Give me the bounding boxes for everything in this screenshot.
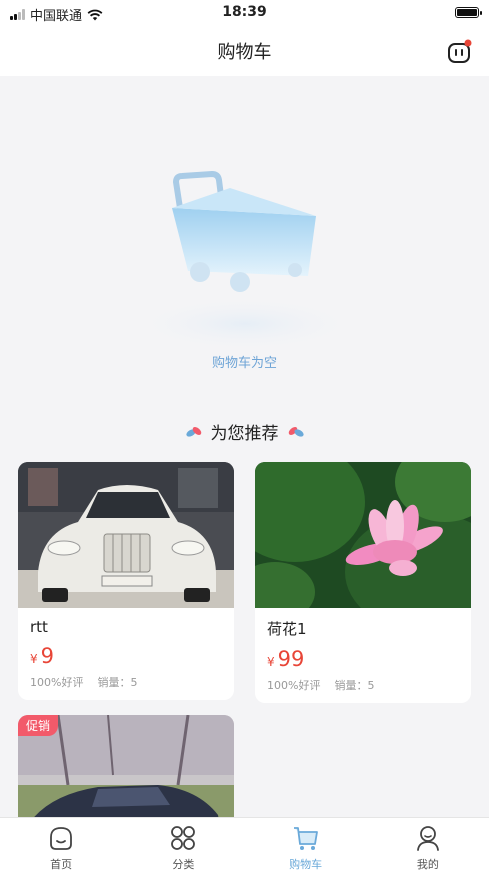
product-rating: 100%好评: [30, 676, 84, 689]
product-card[interactable]: 荷花1 ¥ 99 100%好评 销量：5: [255, 462, 471, 703]
battery-icon: [455, 7, 482, 18]
status-bar: 中国联通 18:39: [0, 0, 489, 26]
tab-label: 我的: [416, 858, 439, 871]
product-price: ¥ 9: [30, 644, 222, 668]
cart-content[interactable]: 购物车为空 为您推荐 rtt ¥ 9 100%好评 销量：5 荷花1 ¥ 99 …: [0, 76, 489, 817]
product-image: [255, 462, 471, 608]
product-card[interactable]: rtt ¥ 9 100%好评 销量：5: [18, 462, 234, 700]
tab-category[interactable]: 分类: [122, 818, 244, 876]
product-sales: 销量：5: [97, 676, 138, 689]
profile-icon: [416, 826, 439, 851]
product-price: ¥ 99: [267, 647, 459, 671]
tab-label: 购物车: [289, 858, 323, 871]
product-sales: 销量：5: [334, 679, 375, 692]
product-image: [18, 462, 234, 608]
message-robot-icon: [448, 39, 472, 63]
product-name: 荷花1: [267, 620, 307, 638]
message-button[interactable]: [447, 39, 472, 63]
recommend-title-text: 为您推荐: [210, 424, 279, 444]
nav-bar: 购物车: [0, 26, 489, 76]
currency-symbol: ¥: [30, 652, 38, 666]
tab-label: 分类: [172, 858, 195, 871]
empty-cart-text: 购物车为空: [211, 356, 277, 371]
currency-symbol: ¥: [267, 655, 275, 669]
cart-icon: [293, 827, 318, 850]
notification-dot: [464, 39, 472, 47]
product-meta: 100%好评 销量：5: [30, 674, 222, 690]
home-icon: [50, 827, 73, 850]
product-name: rtt: [30, 618, 48, 636]
category-icon: [171, 826, 196, 850]
price-value: 9: [40, 644, 55, 668]
petal-icon: [185, 426, 201, 437]
status-time: 18:39: [222, 4, 267, 20]
promo-badge: 促销: [18, 715, 59, 736]
product-meta: 100%好评 销量：5: [267, 677, 459, 693]
tab-label: 首页: [50, 858, 73, 871]
empty-cart-area: [0, 76, 489, 376]
page-title: 购物车: [217, 42, 272, 63]
recommend-title: 为您推荐: [0, 419, 489, 444]
product-card[interactable]: 促销: [18, 715, 234, 817]
empty-cart-illustration: [130, 170, 360, 352]
price-value: 99: [277, 647, 305, 671]
tab-bar: 首页 分类 购物车 我的: [0, 817, 489, 876]
product-rating: 100%好评: [267, 679, 321, 692]
petal-icon: [288, 426, 304, 437]
tab-home[interactable]: 首页: [0, 818, 122, 876]
tab-profile[interactable]: 我的: [367, 818, 489, 876]
tab-cart[interactable]: 购物车: [245, 818, 367, 876]
